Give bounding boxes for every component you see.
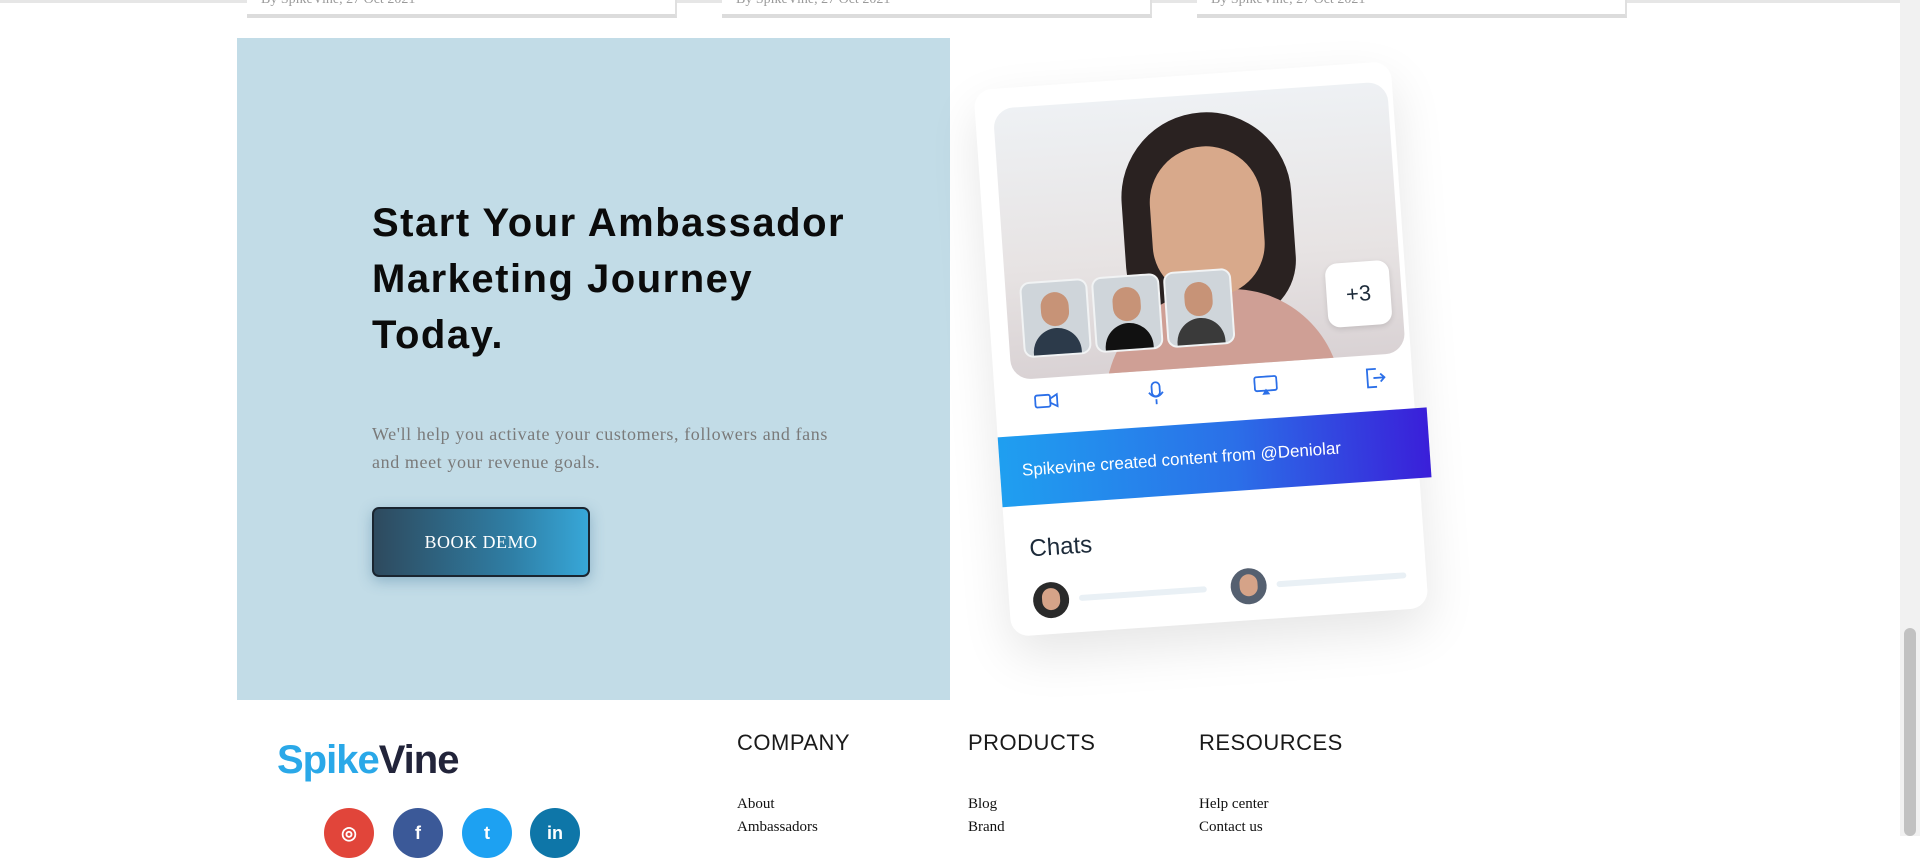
blog-card[interactable]: By SpikeVine, 27 Oct 2021 xyxy=(722,0,1152,18)
scrollbar-thumb[interactable] xyxy=(1904,628,1916,836)
blog-card[interactable]: By SpikeVine, 27 Oct 2021 xyxy=(1197,0,1627,18)
mockup-card: +3 Spikevine created content from @Denio… xyxy=(973,61,1432,637)
footer-link-blog[interactable]: Blog xyxy=(968,796,997,813)
screen-share-icon xyxy=(1250,370,1282,402)
cta-subtitle: We'll help you activate your customers, … xyxy=(372,424,828,472)
chat-preview xyxy=(1031,571,1208,620)
avatar xyxy=(1031,580,1071,620)
chat-preview xyxy=(1229,557,1407,606)
footer-link-ambassadors[interactable]: Ambassadors xyxy=(737,819,818,836)
video-icon xyxy=(1030,385,1062,417)
participant-thumbnail xyxy=(1090,272,1164,354)
footer-link-about[interactable]: About xyxy=(737,796,775,813)
app-mockup-illustration: +3 Spikevine created content from @Denio… xyxy=(973,61,1432,637)
cta-title: Start Your Ambassador Marketing Journey … xyxy=(372,201,846,357)
spikevine-logo[interactable]: SpikeVine xyxy=(277,738,459,783)
footer-resources-heading: RESOURCES xyxy=(1199,730,1343,755)
extra-participants-badge: +3 xyxy=(1324,259,1393,329)
footer-link-help-center[interactable]: Help center xyxy=(1199,796,1269,813)
footer-products-heading: PRODUCTS xyxy=(968,730,1096,755)
blog-card-meta: By SpikeVine, 27 Oct 2021 xyxy=(261,0,415,8)
participant-thumbnail xyxy=(1162,267,1236,349)
facebook-icon[interactable]: f xyxy=(393,808,443,858)
video-call-photo: +3 xyxy=(992,81,1406,381)
footer-link-contact-us[interactable]: Contact us xyxy=(1199,819,1263,836)
cta-panel xyxy=(237,38,950,700)
footer-company-heading: COMPANY xyxy=(737,730,851,755)
avatar xyxy=(1229,567,1268,606)
blog-card-meta: By SpikeVine, 27 Oct 2021 xyxy=(736,0,890,8)
microphone-icon xyxy=(1140,377,1172,409)
footer-link-brand[interactable]: Brand xyxy=(968,819,1005,836)
leave-icon xyxy=(1359,362,1391,394)
book-demo-button[interactable]: BOOK DEMO xyxy=(372,507,590,577)
twitter-icon[interactable]: t xyxy=(462,808,512,858)
content-banner: Spikevine created content from @Deniolar xyxy=(997,407,1432,508)
blog-card[interactable]: By SpikeVine, 27 Oct 2021 xyxy=(247,0,677,18)
chats-title: Chats xyxy=(1028,531,1094,563)
instagram-icon[interactable]: ◎ xyxy=(324,808,374,858)
blog-card-meta: By SpikeVine, 27 Oct 2021 xyxy=(1211,0,1365,8)
participant-thumbnail xyxy=(1018,277,1093,359)
linkedin-icon[interactable]: in xyxy=(530,808,580,858)
